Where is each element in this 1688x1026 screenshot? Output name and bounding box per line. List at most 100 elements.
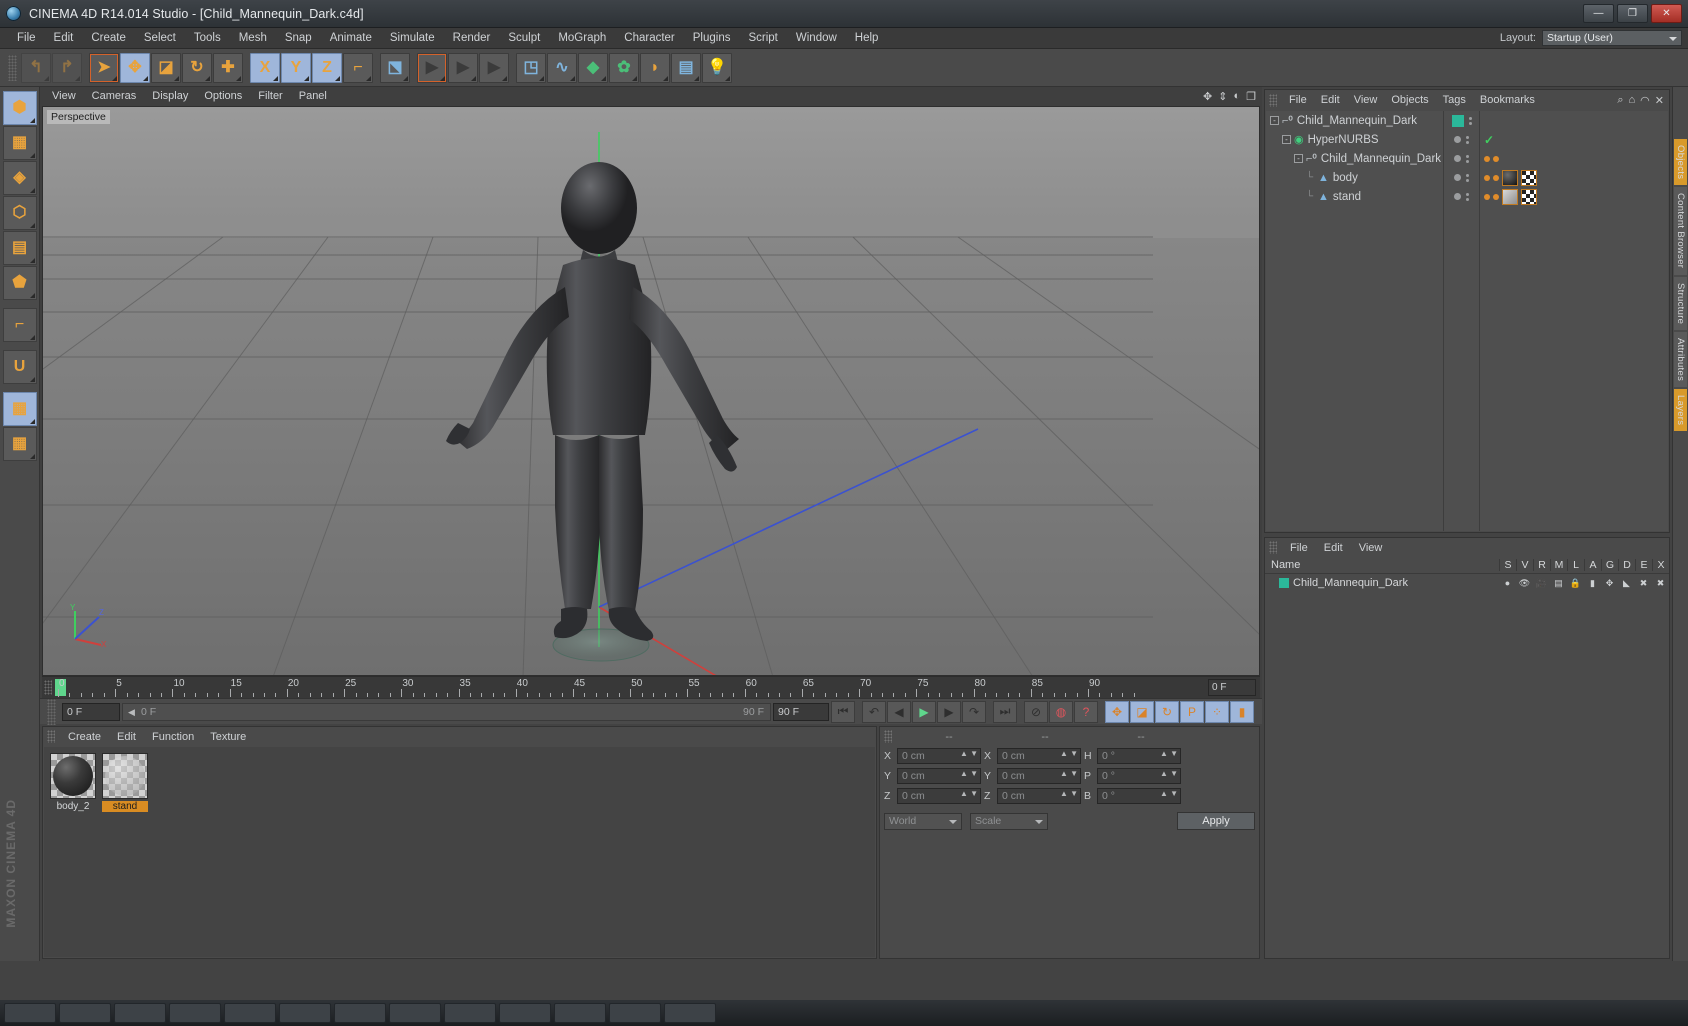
object-tags-column[interactable]: ✓ — [1480, 111, 1668, 531]
taskbar-item[interactable] — [444, 1003, 496, 1023]
autokeying-button[interactable]: ◍ — [1049, 700, 1073, 723]
lock-y-axis[interactable]: Y — [281, 52, 311, 83]
material-item[interactable]: stand — [102, 753, 148, 951]
visibility-render-dots[interactable] — [1466, 173, 1469, 182]
object-menu-bookmarks[interactable]: Bookmarks — [1473, 94, 1542, 106]
perspective-viewport[interactable]: Perspective Y X Z — [42, 106, 1260, 676]
expressions-icon[interactable]: ✖ — [1635, 578, 1652, 589]
material-menu-texture[interactable]: Texture — [202, 731, 254, 743]
spinner-icon[interactable]: ▲ ▼ — [1160, 790, 1178, 798]
menu-character[interactable]: Character — [615, 28, 684, 49]
layer-column-l[interactable]: L — [1567, 559, 1584, 571]
menu-mograph[interactable]: MoGraph — [549, 28, 615, 49]
layer-menu-view[interactable]: View — [1351, 542, 1391, 554]
visibility-dot[interactable] — [1466, 197, 1469, 201]
param-key-button[interactable]: P — [1180, 700, 1204, 723]
coord-size-field[interactable]: 0 cm ▲ ▼ — [997, 788, 1081, 804]
add-camera-button[interactable]: ▤ — [671, 52, 701, 83]
material-menu-grip[interactable] — [47, 730, 55, 743]
time-slider[interactable]: ◀ 0 F 90 F — [122, 702, 771, 721]
object-menu-file[interactable]: File — [1282, 94, 1314, 106]
coord-position-field[interactable]: 0 cm ▲ ▼ — [897, 748, 981, 764]
visibility-dot[interactable] — [1466, 178, 1469, 182]
lock-x-axis[interactable]: X — [250, 52, 280, 83]
expand-collapse-icon[interactable]: - — [1270, 116, 1279, 125]
object-visibility-cell[interactable] — [1444, 168, 1479, 187]
tag-marker-icon[interactable] — [1484, 155, 1490, 162]
texture-tag-icon[interactable] — [1521, 188, 1537, 205]
expand-collapse-icon[interactable]: - — [1294, 154, 1303, 163]
spinner-icon[interactable]: ▲ ▼ — [1160, 770, 1178, 778]
keyframe-selection-button[interactable]: ? — [1074, 700, 1098, 723]
tag-marker-icon[interactable] — [1484, 193, 1490, 200]
move-viewport-icon[interactable]: ✥ — [1203, 90, 1212, 103]
close-button[interactable]: ✕ — [1651, 4, 1682, 23]
hypernurbs-enabled-icon[interactable]: ✓ — [1484, 133, 1494, 147]
taskbar-item[interactable] — [279, 1003, 331, 1023]
visibility-dot[interactable] — [1466, 140, 1469, 144]
layer-column-d[interactable]: D — [1618, 559, 1635, 571]
polygon-grid-button[interactable]: ◈ — [2, 161, 37, 195]
object-tree[interactable]: - ⌐⁰ Child_Mannequin_Dark - ◉ HyperNURBS - ⌐⁰ Ch… — [1266, 111, 1444, 531]
material-tag-icon[interactable] — [1502, 169, 1518, 186]
add-cube-button[interactable]: ◳ — [516, 52, 546, 83]
object-menu-tags[interactable]: Tags — [1436, 94, 1473, 106]
solo-icon[interactable]: ● — [1499, 578, 1516, 588]
timeline-view-button[interactable]: ▮ — [1230, 700, 1254, 723]
object-visibility-cell[interactable] — [1444, 130, 1479, 149]
layout-dropdown[interactable]: Startup (User) — [1542, 30, 1682, 46]
timeline-grip[interactable] — [44, 680, 52, 695]
snap-magnet-button[interactable]: U — [2, 350, 37, 384]
object-tags-cell[interactable] — [1480, 168, 1668, 187]
playback-grip[interactable] — [47, 698, 56, 725]
render-view-button[interactable]: ▶ — [417, 52, 447, 83]
layer-row[interactable]: Child_Mannequin_Dark ● 👁 🎥 ▤ 🔒 ▮ ✥ ◣ ✖ ✖ — [1265, 574, 1669, 592]
previous-keyframe-button[interactable]: ↶ — [862, 700, 886, 723]
object-row-child_mannequin_dark[interactable]: - ⌐⁰ Child_Mannequin_Dark — [1266, 149, 1443, 168]
material-tag-icon[interactable] — [1502, 188, 1518, 205]
object-visibility-cell[interactable] — [1444, 187, 1479, 206]
visibility-editor-dot[interactable] — [1454, 193, 1461, 200]
menu-render[interactable]: Render — [444, 28, 500, 49]
object-name-label[interactable]: stand — [1333, 191, 1361, 203]
material-menu-edit[interactable]: Edit — [109, 731, 144, 743]
visibility-dot[interactable] — [1466, 173, 1469, 177]
menu-script[interactable]: Script — [739, 28, 786, 49]
scale-tool[interactable]: ◪ — [151, 52, 181, 83]
select-tool[interactable]: ➤ — [89, 52, 119, 83]
current-frame-field[interactable]: 0 F — [1208, 679, 1256, 696]
rotation-key-button[interactable]: ↻ — [1155, 700, 1179, 723]
redo-button[interactable]: ↱ — [52, 52, 82, 83]
texture-tag-icon[interactable] — [1521, 169, 1537, 186]
point-level-anim-button[interactable]: ⁘ — [1205, 700, 1229, 723]
viewport-menu-filter[interactable]: Filter — [250, 87, 290, 106]
object-tags-cell[interactable]: ✓ — [1480, 130, 1668, 149]
deformers-icon[interactable]: ◣ — [1618, 578, 1635, 589]
spinner-icon[interactable]: ▲ ▼ — [960, 770, 978, 778]
scale-key-button[interactable]: ◪ — [1130, 700, 1154, 723]
layer-menu-grip[interactable] — [1269, 541, 1277, 554]
render-camera-icon[interactable]: 🎥 — [1533, 578, 1550, 589]
object-tags-cell[interactable] — [1480, 111, 1668, 130]
texture-mode-button[interactable]: ▦ — [2, 126, 37, 160]
tag-marker-icon[interactable] — [1493, 155, 1499, 162]
spinner-icon[interactable]: ▲ ▼ — [1060, 750, 1078, 758]
layer-column-x[interactable]: X — [1652, 559, 1669, 571]
object-name-label[interactable]: body — [1333, 172, 1358, 184]
polygons-mode-button[interactable]: ⬟ — [2, 266, 37, 300]
previous-frame-button[interactable]: ◀ — [887, 700, 911, 723]
toolbar-grip[interactable] — [8, 54, 17, 81]
object-row-child_mannequin_dark[interactable]: - ⌐⁰ Child_Mannequin_Dark — [1266, 111, 1443, 130]
visibility-editor-dot[interactable] — [1454, 174, 1461, 181]
play-button[interactable]: ▶ — [912, 700, 936, 723]
taskbar-item[interactable] — [389, 1003, 441, 1023]
spinner-icon[interactable]: ▲ ▼ — [1060, 770, 1078, 778]
minimize-icon[interactable]: ◠ — [1640, 94, 1650, 107]
material-preview-swatch[interactable] — [50, 753, 96, 799]
edges-mode-button[interactable]: ▤ — [2, 231, 37, 265]
coordinate-system-toggle[interactable]: ⬔ — [380, 52, 410, 83]
coord-rotation-field[interactable]: 0 ° ▲ ▼ — [1097, 748, 1181, 764]
tag-marker-icon[interactable] — [1484, 174, 1490, 181]
coord-size-field[interactable]: 0 cm ▲ ▼ — [997, 748, 1081, 764]
material-menu-create[interactable]: Create — [60, 731, 109, 743]
